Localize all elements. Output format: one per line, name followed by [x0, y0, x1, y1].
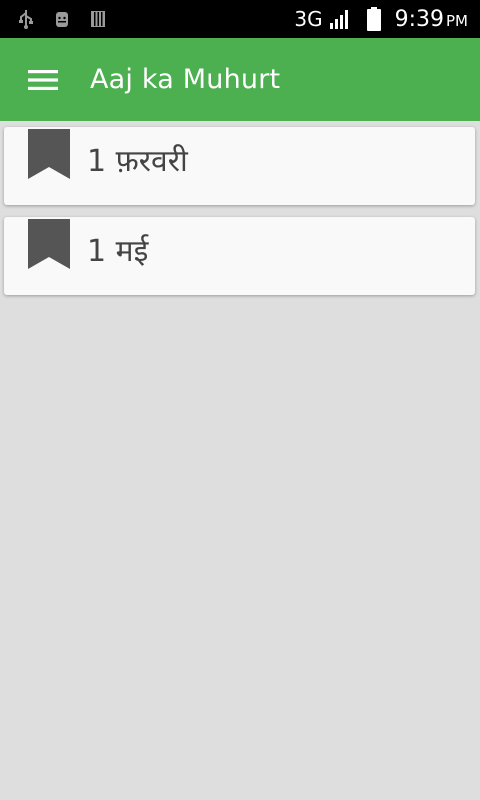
usb-icon [18, 9, 34, 29]
list-item-label: 1 फ़रवरी [87, 144, 188, 179]
notification-icons [18, 9, 106, 29]
bookmark-icon [28, 129, 70, 179]
clock: 9:39 PM [395, 7, 468, 32]
battery-icon [366, 7, 381, 31]
system-status: 3G 9:39 PM [294, 7, 468, 32]
bookmark-icon [28, 219, 70, 269]
list-item[interactable]: 1 फ़रवरी [4, 127, 475, 205]
hamburger-menu-icon [28, 69, 58, 90]
list-item-label: 1 मई [87, 234, 149, 269]
app-title: Aaj ka Muhurt [90, 64, 281, 95]
muhurt-list: 1 फ़रवरी 1 मई [0, 121, 480, 307]
list-item[interactable]: 1 मई [4, 217, 475, 295]
signal-icon [329, 8, 351, 30]
navigation-menu-button[interactable] [22, 59, 64, 101]
status-bar: 3G 9:39 PM [0, 0, 480, 38]
app-toolbar: Aaj ka Muhurt [0, 38, 480, 121]
android-debug-icon [54, 9, 70, 29]
clock-time: 9:39 [394, 6, 444, 32]
storage-icon [90, 9, 106, 29]
clock-ampm: PM [446, 11, 468, 30]
network-type: 3G [294, 7, 323, 31]
